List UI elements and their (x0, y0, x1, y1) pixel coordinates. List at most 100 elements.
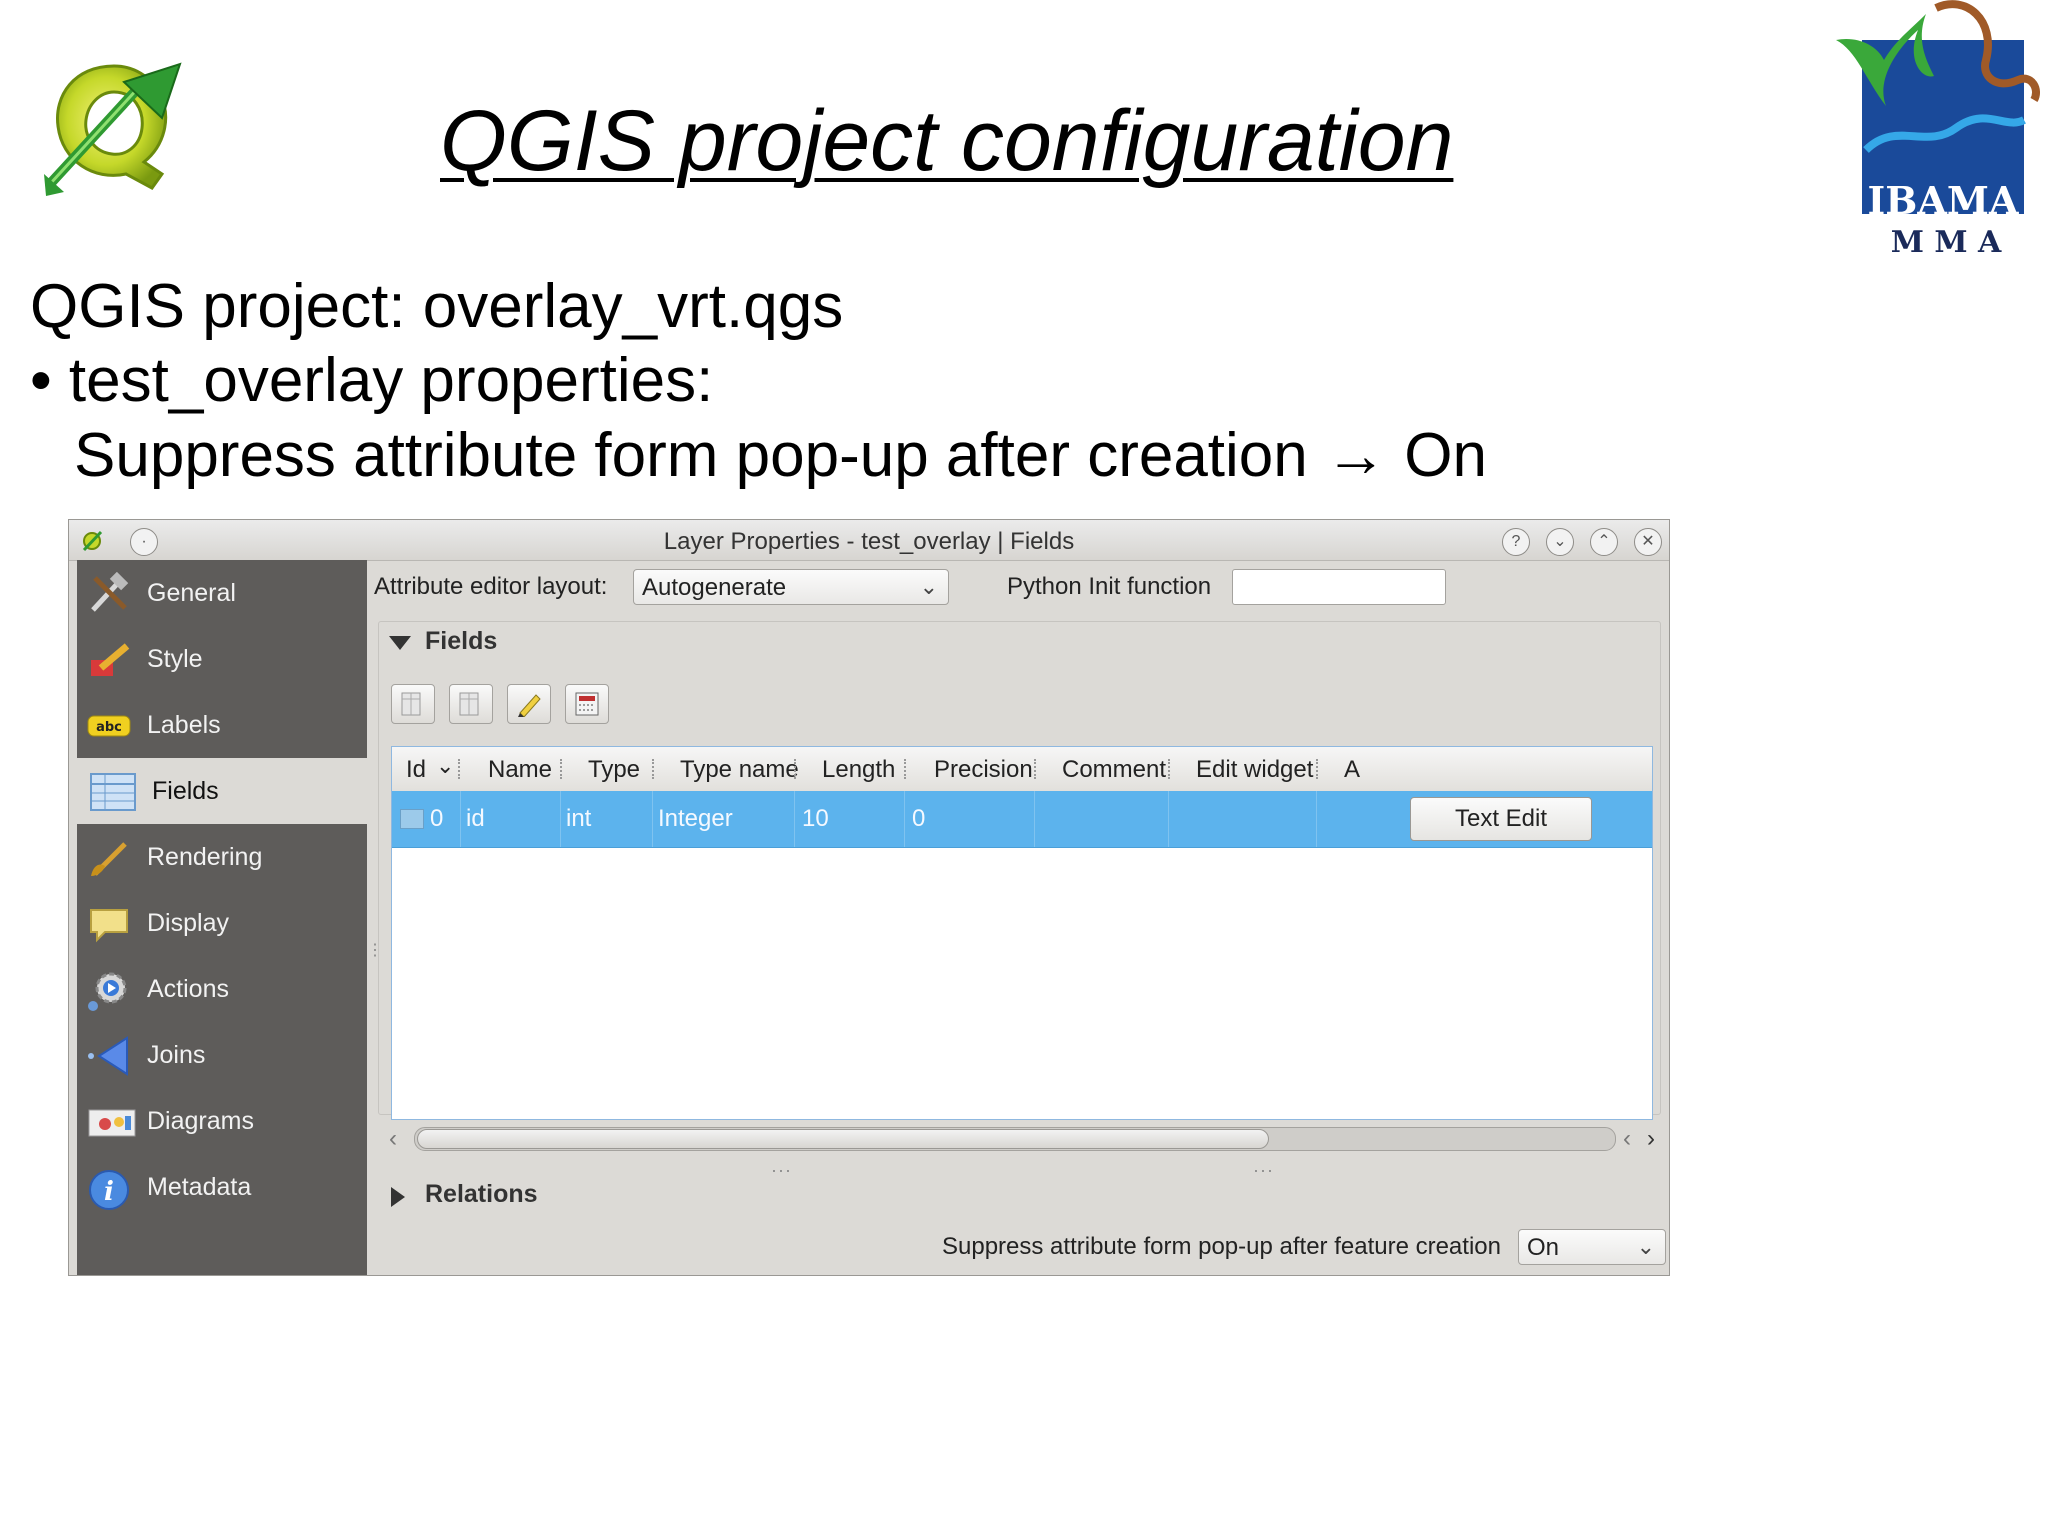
svg-text:abc: abc (96, 720, 122, 735)
column-separator[interactable] (458, 759, 462, 779)
sidebar-item-joins[interactable]: Joins (77, 1022, 367, 1088)
minimize-icon[interactable]: ⌄ (1546, 528, 1574, 556)
column-header-length[interactable]: Length (822, 756, 895, 784)
column-separator[interactable] (1316, 759, 1320, 779)
cell-separator (1034, 791, 1035, 847)
chevron-down-icon: ⌄ (919, 574, 938, 599)
column-separator[interactable] (1168, 759, 1172, 779)
new-field-button[interactable] (391, 684, 435, 724)
properties-sidebar: General Style abc Labels Fields Renderin… (77, 560, 367, 1275)
cell-separator (794, 791, 795, 847)
sidebar-item-rendering[interactable]: Rendering (77, 824, 367, 890)
column-header-name[interactable]: Name (488, 756, 552, 784)
cell-type[interactable]: int (566, 805, 591, 833)
delete-field-button[interactable] (449, 684, 493, 724)
row-table-icon (400, 809, 424, 829)
sidebar-item-label: Display (147, 909, 229, 937)
sidebar-item-label: General (147, 579, 236, 607)
column-header-comment[interactable]: Comment (1062, 756, 1166, 784)
help-icon[interactable]: ? (1502, 528, 1530, 556)
attr-editor-layout-select[interactable]: Autogenerate ⌄ (633, 569, 949, 605)
column-header-precision[interactable]: Precision (934, 756, 1033, 784)
sidebar-item-labels[interactable]: abc Labels (77, 692, 367, 758)
column-separator[interactable] (794, 759, 798, 779)
column-separator[interactable] (1034, 759, 1038, 779)
cell-name[interactable]: id (466, 805, 485, 833)
paint-brush-icon (87, 638, 131, 682)
field-calculator-button[interactable] (565, 684, 609, 724)
column-header-type-name[interactable]: Type name (680, 756, 799, 784)
column-header-type[interactable]: Type (588, 756, 640, 784)
window-titlebar[interactable]: · Layer Properties - test_overlay | Fiel… (69, 520, 1669, 561)
python-init-input[interactable] (1232, 569, 1446, 605)
sidebar-item-label: Rendering (147, 843, 263, 871)
toggle-editing-button[interactable] (507, 684, 551, 724)
column-header-alias[interactable]: A (1344, 756, 1360, 784)
suppress-popup-value: On (1527, 1234, 1560, 1261)
sidebar-item-label: Diagrams (147, 1107, 254, 1135)
suppress-setting-line: Suppress attribute form pop-up after cre… (74, 421, 1487, 490)
scroll-right-icon[interactable]: › (1647, 1125, 1655, 1153)
speech-bubble-icon (87, 902, 131, 946)
chevron-down-icon[interactable]: ⌄ (436, 753, 454, 779)
attr-editor-layout-value: Autogenerate (642, 574, 787, 601)
chevron-down-icon: ⌄ (1636, 1234, 1655, 1259)
python-init-label: Python Init function (1007, 573, 1212, 600)
scroll-thumb[interactable] (417, 1129, 1269, 1149)
collapse-triangle-icon[interactable] (389, 636, 411, 650)
properties-bullet: • test_overlay properties: (30, 346, 714, 415)
sidebar-item-label: Metadata (147, 1173, 252, 1201)
splitter-handle[interactable]: ··· (1253, 1160, 1274, 1181)
column-separator[interactable] (904, 759, 908, 779)
abc-label-icon: abc (87, 704, 131, 748)
ibama-logo: IBAMA M M A (1826, 0, 2048, 260)
close-icon[interactable]: ✕ (1634, 528, 1662, 556)
fields-group-heading[interactable]: Fields (425, 627, 497, 656)
sidebar-item-diagrams[interactable]: Diagrams (77, 1088, 367, 1154)
fields-table: Id ⌄ Name Type Type name Length Precisio… (391, 746, 1653, 1120)
info-icon: i (87, 1166, 131, 1210)
column-header-edit-widget[interactable]: Edit widget (1196, 756, 1313, 784)
qgis-logo (44, 56, 194, 196)
expand-triangle-icon[interactable] (391, 1187, 405, 1207)
edit-widget-button[interactable]: Text Edit (1410, 797, 1592, 841)
sidebar-item-style[interactable]: Style (77, 626, 367, 692)
column-header-id[interactable]: Id (406, 756, 426, 784)
scroll-left-icon[interactable]: ‹ (1623, 1125, 1631, 1153)
pencil-icon (518, 694, 541, 717)
table-horizontal-scrollbar[interactable]: ‹ ‹ › (385, 1123, 1665, 1155)
cell-id[interactable]: 0 (430, 805, 443, 833)
column-separator[interactable] (560, 759, 564, 779)
join-icon (87, 1034, 131, 1078)
svg-text:i: i (104, 1177, 114, 1207)
sidebar-item-display[interactable]: Display (77, 890, 367, 956)
column-separator[interactable] (652, 759, 656, 779)
slide-title: QGIS project configuration (440, 93, 1454, 189)
cell-separator (652, 791, 653, 847)
sidebar-item-general[interactable]: General (77, 560, 367, 626)
ibama-text: IBAMA (1868, 178, 2019, 223)
table-row[interactable]: 0 id int Integer 10 0 Text Edit (392, 791, 1652, 848)
suppress-popup-label: Suppress attribute form pop-up after fea… (942, 1233, 1501, 1260)
cell-separator (904, 791, 905, 847)
cell-separator (460, 791, 461, 847)
sidebar-item-label: Actions (147, 975, 229, 1003)
new-field-icon (401, 692, 421, 716)
scroll-left-icon[interactable]: ‹ (389, 1125, 397, 1153)
cell-separator (1316, 791, 1317, 847)
tools-icon (87, 571, 131, 616)
suppress-popup-select[interactable]: On ⌄ (1518, 1229, 1666, 1265)
relations-group-heading[interactable]: Relations (425, 1180, 538, 1209)
cell-precision[interactable]: 0 (912, 805, 925, 833)
cell-type-name[interactable]: Integer (658, 805, 733, 833)
sidebar-item-actions[interactable]: Actions (77, 956, 367, 1022)
delete-field-icon (459, 692, 479, 716)
splitter-handle[interactable]: ··· (771, 1160, 792, 1181)
scroll-track[interactable] (414, 1127, 1616, 1151)
sidebar-item-fields[interactable]: Fields (77, 758, 367, 824)
cell-length[interactable]: 10 (802, 805, 829, 833)
cell-separator (560, 791, 561, 847)
maximize-icon[interactable]: ⌃ (1590, 528, 1618, 556)
layer-properties-window: · Layer Properties - test_overlay | Fiel… (68, 519, 1670, 1276)
sidebar-item-metadata[interactable]: i Metadata (77, 1154, 367, 1220)
